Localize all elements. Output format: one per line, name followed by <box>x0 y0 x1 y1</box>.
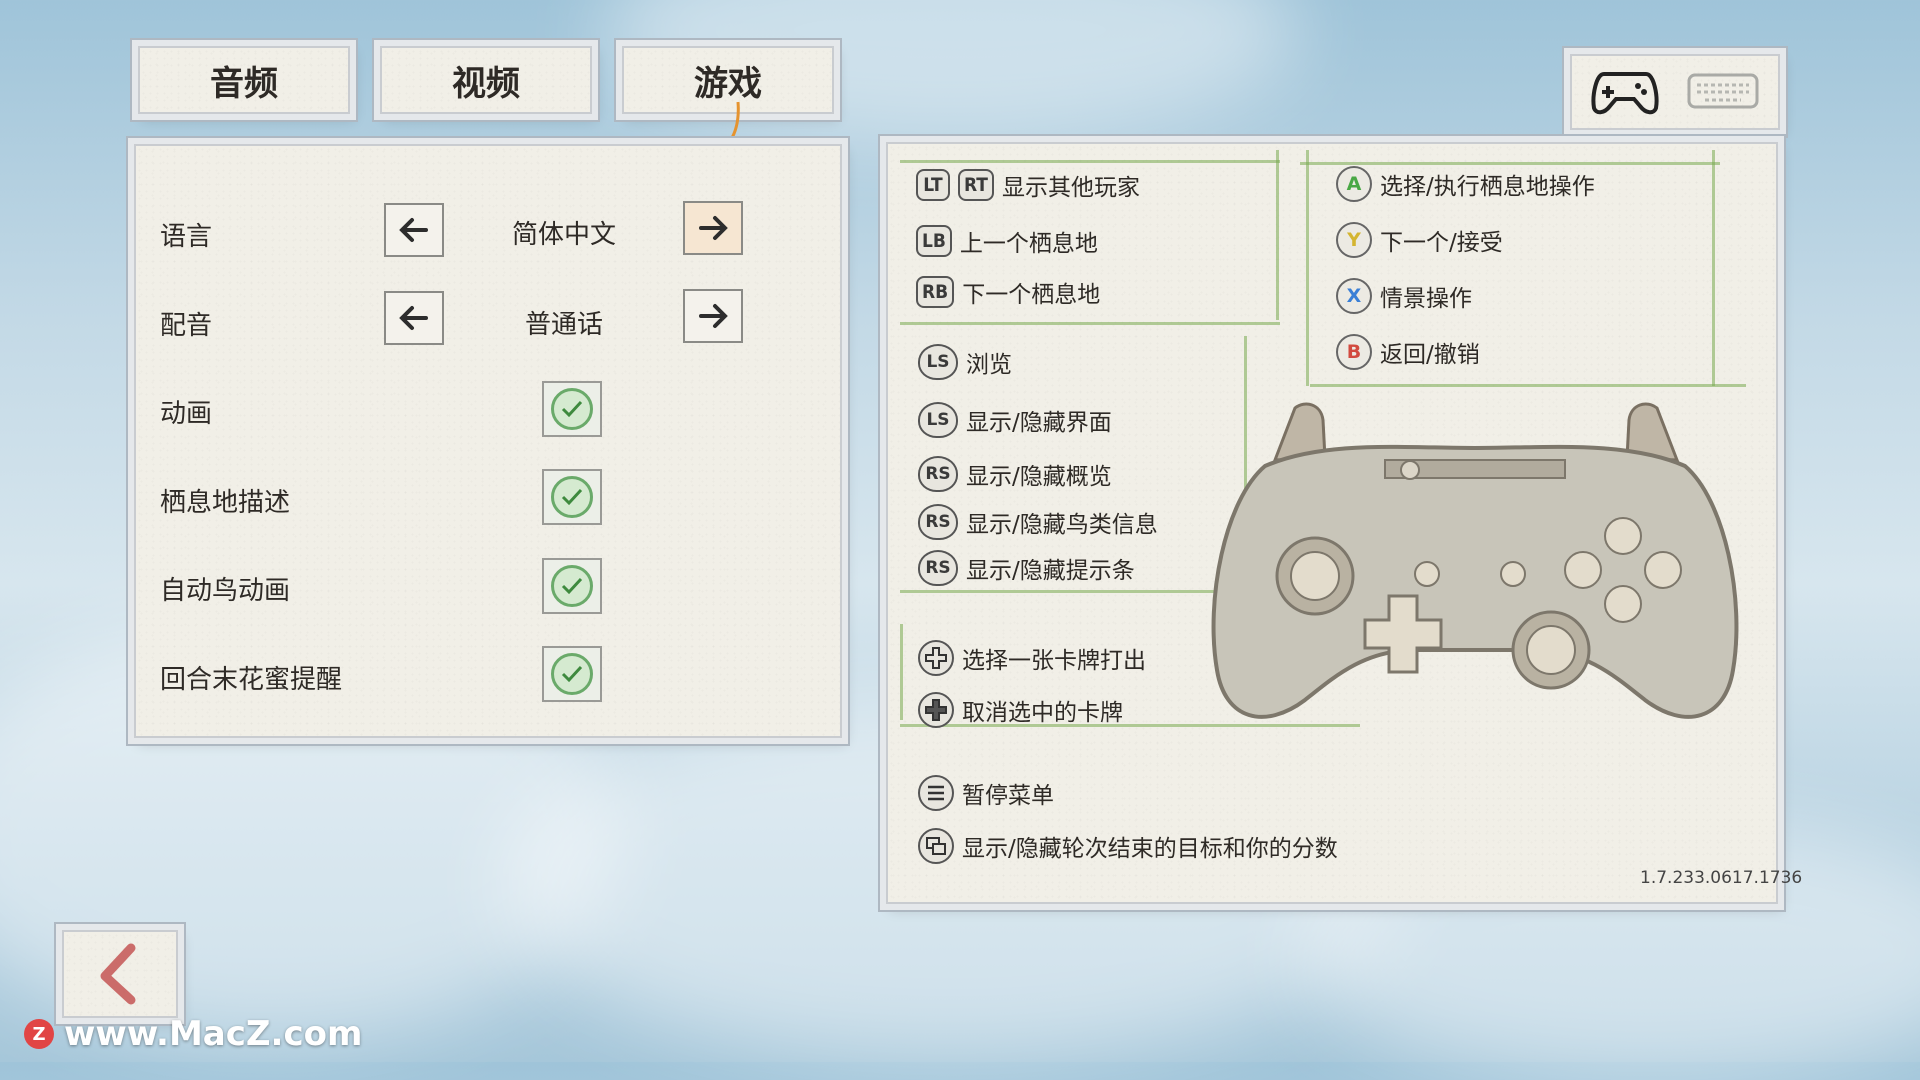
control-lb: LB 上一个栖息地 <box>916 224 1098 258</box>
check-icon <box>551 653 593 695</box>
arrow-right-icon <box>699 216 728 240</box>
check-icon <box>551 388 593 430</box>
language-next-button[interactable] <box>683 201 743 255</box>
guide-line <box>1276 150 1279 320</box>
control-label: 下一个栖息地 <box>962 282 1101 308</box>
habitat-desc-label: 栖息地描述 <box>160 488 291 518</box>
tab-video[interactable]: 视频 <box>380 46 592 114</box>
control-label: 暂停菜单 <box>962 783 1054 809</box>
control-label: 显示其他玩家 <box>1001 175 1140 201</box>
gamepad-icon <box>1591 72 1659 115</box>
guide-line <box>900 160 1280 163</box>
guide-line <box>1300 162 1720 165</box>
arrow-right-icon <box>699 304 728 328</box>
menu-icon <box>918 775 954 811</box>
watermark-text: www.MacZ.com <box>64 1014 363 1054</box>
language-prev-button[interactable] <box>384 203 444 257</box>
guide-line <box>900 590 1250 593</box>
control-dpad-play: 选择一张卡牌打出 <box>918 640 1146 676</box>
control-menu: 暂停菜单 <box>918 775 1054 811</box>
habitat-desc-checkbox[interactable] <box>542 469 602 525</box>
control-label: 上一个栖息地 <box>959 231 1098 257</box>
auto-bird-anim-checkbox[interactable] <box>542 558 602 614</box>
control-ls-click: LS 显示/隐藏界面 <box>918 402 1112 438</box>
view-icon <box>918 828 954 864</box>
guide-line <box>1306 150 1309 386</box>
auto-bird-anim-label: 自动鸟动画 <box>160 576 291 606</box>
control-label: 浏览 <box>966 352 1012 378</box>
check-icon <box>551 476 593 518</box>
control-label: 下一个/接受 <box>1380 230 1503 256</box>
tab-video-label: 视频 <box>452 63 520 104</box>
watermark: Z www.MacZ.com <box>24 1014 362 1054</box>
control-dpad-cancel: 取消选中的卡牌 <box>918 692 1123 728</box>
rs-down-icon: RS <box>918 550 958 586</box>
voice-prev-button[interactable] <box>384 291 444 345</box>
control-b: B 返回/撤销 <box>1336 334 1480 370</box>
b-button-icon: B <box>1336 334 1372 370</box>
animation-label: 动画 <box>160 399 213 429</box>
control-label: 显示/隐藏鸟类信息 <box>966 512 1158 538</box>
control-rs-down: RS 显示/隐藏提示条 <box>918 550 1135 586</box>
rb-icon: RB <box>916 276 955 308</box>
guide-line <box>1712 150 1715 386</box>
rs-rotate-icon: RS <box>918 456 958 492</box>
control-label: 情景操作 <box>1380 286 1472 312</box>
rt-icon: RT <box>958 169 994 201</box>
y-button-icon: Y <box>1336 222 1372 258</box>
control-label: 选择一张卡牌打出 <box>962 648 1146 674</box>
watermark-logo-icon: Z <box>24 1019 54 1049</box>
tab-audio[interactable]: 音频 <box>138 46 350 114</box>
control-label: 显示/隐藏概览 <box>966 464 1112 490</box>
lt-icon: LT <box>916 169 950 201</box>
version-text: 1.7.233.0617.1736 <box>1640 868 1803 888</box>
tab-audio-label: 音频 <box>210 63 278 104</box>
control-rs-right: RS 显示/隐藏鸟类信息 <box>918 504 1158 540</box>
ls-click-icon: LS <box>918 402 958 438</box>
voice-value: 普通话 <box>524 310 603 340</box>
dpad-icon <box>918 640 954 676</box>
voice-next-button[interactable] <box>683 289 743 343</box>
guide-line <box>900 624 903 720</box>
control-a: A 选择/执行栖息地操作 <box>1336 166 1595 202</box>
nectar-reminder-checkbox[interactable] <box>542 646 602 702</box>
control-label: 返回/撤销 <box>1380 342 1480 368</box>
control-label: 显示/隐藏界面 <box>966 410 1112 436</box>
control-view: 显示/隐藏轮次结束的目标和你的分数 <box>918 828 1338 864</box>
arrow-left-icon <box>399 218 428 242</box>
dpad-icon <box>918 692 954 728</box>
nectar-reminder-label: 回合末花蜜提醒 <box>160 665 343 695</box>
ls-icon: LS <box>918 344 958 380</box>
control-label: 选择/执行栖息地操作 <box>1380 174 1595 200</box>
controller-illustration <box>1211 402 1739 719</box>
guide-line <box>900 322 1280 325</box>
control-label: 取消选中的卡牌 <box>962 700 1123 726</box>
x-button-icon: X <box>1336 278 1372 314</box>
keyboard-icon <box>1687 73 1759 109</box>
rs-right-icon: RS <box>918 504 958 540</box>
control-rb: RB 下一个栖息地 <box>916 275 1100 309</box>
controller-mode-button[interactable] <box>1584 60 1666 122</box>
control-rs-rotate: RS 显示/隐藏概览 <box>918 456 1112 492</box>
voice-label: 配音 <box>160 311 213 341</box>
back-button[interactable] <box>62 930 178 1018</box>
arrow-left-icon <box>399 306 428 330</box>
guide-line <box>1310 384 1746 387</box>
check-icon <box>551 565 593 607</box>
keyboard-mode-button[interactable] <box>1680 60 1766 122</box>
control-y: Y 下一个/接受 <box>1336 222 1503 258</box>
back-arrow-icon <box>100 943 136 1005</box>
lb-icon: LB <box>916 225 952 257</box>
control-label: 显示/隐藏提示条 <box>966 558 1135 584</box>
language-label: 语言 <box>160 222 213 252</box>
animation-checkbox[interactable] <box>542 381 602 437</box>
control-x: X 情景操作 <box>1336 278 1472 314</box>
control-label: 显示/隐藏轮次结束的目标和你的分数 <box>962 836 1338 862</box>
control-ls-browse: LS 浏览 <box>918 344 1012 380</box>
language-value: 简体中文 <box>511 220 616 250</box>
a-button-icon: A <box>1336 166 1372 202</box>
control-lt-rt: LT RT 显示其他玩家 <box>916 168 1140 202</box>
